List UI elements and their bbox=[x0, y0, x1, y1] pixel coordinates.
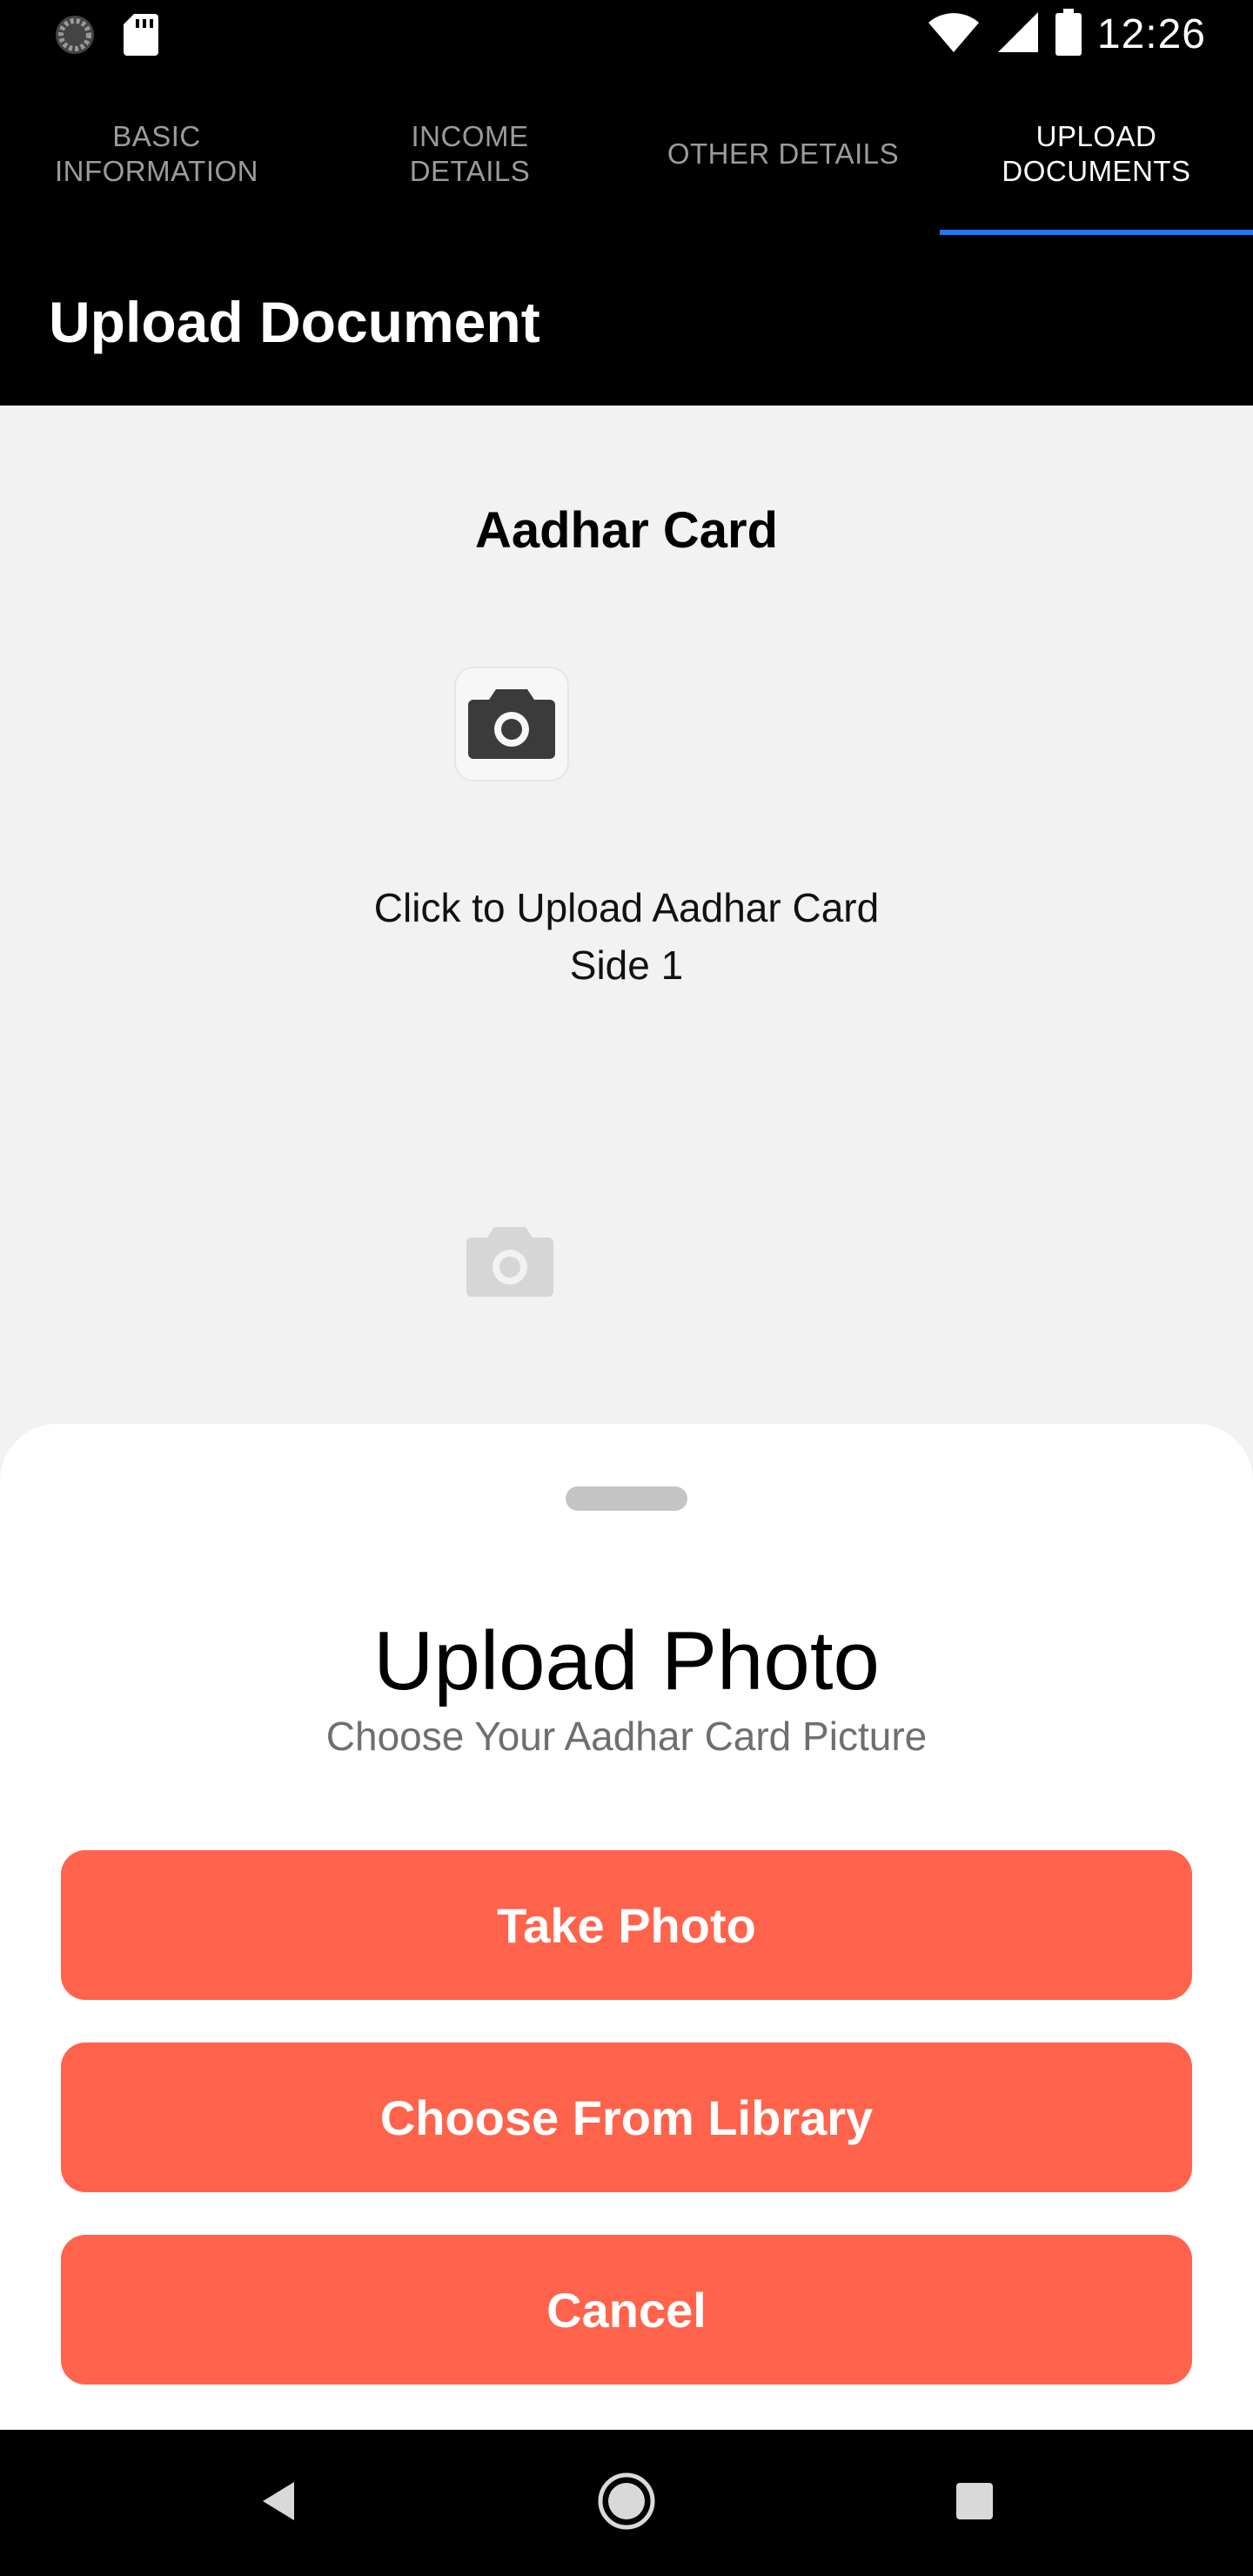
choose-from-library-button[interactable]: Choose From Library bbox=[61, 2043, 1192, 2192]
home-button[interactable] bbox=[592, 2468, 661, 2538]
wifi-icon bbox=[927, 10, 981, 58]
cancel-button[interactable]: Cancel bbox=[61, 2235, 1192, 2385]
recents-button[interactable] bbox=[940, 2468, 1009, 2538]
upload-content: Aadhar Card Click to Upload Aadhar Card … bbox=[0, 406, 1253, 1424]
system-nav-bar bbox=[0, 2430, 1253, 2576]
tab-income-details[interactable]: INCOME DETAILS bbox=[313, 73, 626, 235]
page-title: Upload Document bbox=[49, 290, 540, 354]
upload-side1-label[interactable]: Click to Upload Aadhar Card Side 1 bbox=[0, 879, 1253, 994]
loading-icon bbox=[52, 12, 97, 62]
home-icon bbox=[597, 2472, 656, 2535]
page-header: Upload Document bbox=[0, 235, 1253, 406]
sd-card-icon bbox=[122, 12, 160, 62]
battery-icon bbox=[1055, 9, 1082, 60]
status-bar: 12:26 bbox=[0, 0, 1253, 73]
recents-icon bbox=[955, 2481, 995, 2526]
tab-upload-documents[interactable]: UPLOAD DOCUMENTS bbox=[940, 73, 1253, 235]
upload-side2-button[interactable] bbox=[454, 1206, 566, 1318]
sheet-title: Upload Photo bbox=[373, 1614, 880, 1707]
back-button[interactable] bbox=[244, 2468, 313, 2538]
sheet-drag-handle[interactable] bbox=[566, 1486, 687, 1511]
camera-icon bbox=[466, 684, 557, 765]
signal-icon bbox=[996, 10, 1040, 58]
tab-basic-information[interactable]: BASIC INFORMATION bbox=[0, 73, 313, 235]
upload-photo-sheet: Upload Photo Choose Your Aadhar Card Pic… bbox=[0, 1424, 1253, 2430]
document-title: Aadhar Card bbox=[474, 502, 779, 559]
tab-other-details[interactable]: OTHER DETAILS bbox=[626, 73, 940, 235]
sheet-subtitle: Choose Your Aadhar Card Picture bbox=[325, 1714, 928, 1759]
back-icon bbox=[259, 2480, 298, 2526]
upload-side1-button[interactable] bbox=[454, 667, 569, 782]
status-time: 12:26 bbox=[1096, 11, 1206, 57]
camera-icon bbox=[465, 1222, 555, 1303]
tab-bar: BASIC INFORMATION INCOME DETAILS OTHER D… bbox=[0, 73, 1253, 235]
take-photo-button[interactable]: Take Photo bbox=[61, 1850, 1192, 2000]
